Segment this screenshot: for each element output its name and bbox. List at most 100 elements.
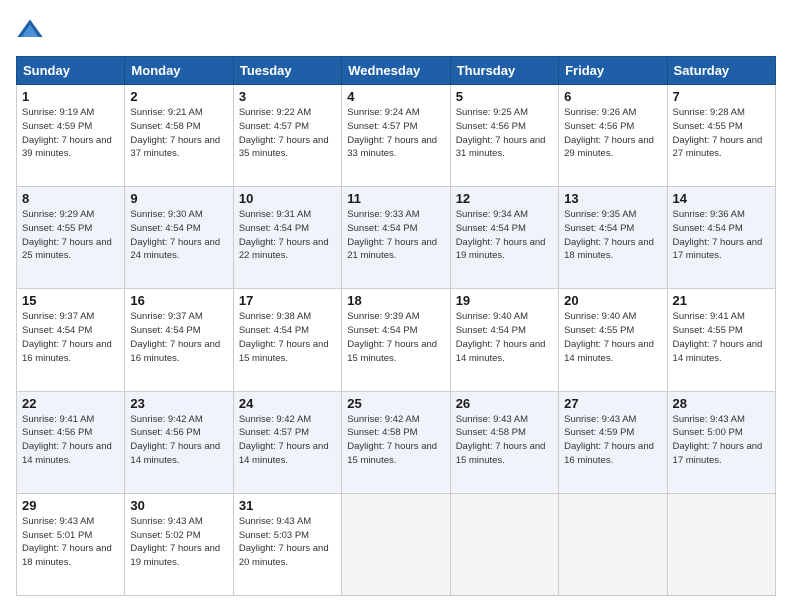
day-number: 3: [239, 89, 336, 104]
day-number: 16: [130, 293, 227, 308]
day-info: Sunrise: 9:38 AMSunset: 4:54 PMDaylight:…: [239, 310, 336, 365]
calendar-cell: [342, 493, 450, 595]
day-number: 25: [347, 396, 444, 411]
calendar: SundayMondayTuesdayWednesdayThursdayFrid…: [16, 56, 776, 596]
calendar-cell: 31 Sunrise: 9:43 AMSunset: 5:03 PMDayligh…: [233, 493, 341, 595]
day-number: 20: [564, 293, 661, 308]
day-number: 17: [239, 293, 336, 308]
day-header-thursday: Thursday: [450, 57, 558, 85]
day-number: 1: [22, 89, 119, 104]
day-number: 31: [239, 498, 336, 513]
calendar-cell: 8Sunrise: 9:29 AMSunset: 4:55 PMDaylight…: [17, 187, 125, 289]
week-row-1: 1 Sunrise: 9:19 AMSunset: 4:59 PMDaylight…: [17, 85, 776, 187]
day-info: Sunrise: 9:26 AMSunset: 4:56 PMDaylight:…: [564, 106, 661, 161]
calendar-cell: 2 Sunrise: 9:21 AMSunset: 4:58 PMDaylight…: [125, 85, 233, 187]
day-info: Sunrise: 9:21 AMSunset: 4:58 PMDaylight:…: [130, 106, 227, 161]
calendar-cell: 13 Sunrise: 9:35 AMSunset: 4:54 PMDayligh…: [559, 187, 667, 289]
calendar-cell: 17 Sunrise: 9:38 AMSunset: 4:54 PMDayligh…: [233, 289, 341, 391]
day-number: 9: [130, 191, 227, 206]
calendar-cell: 27 Sunrise: 9:43 AMSunset: 4:59 PMDayligh…: [559, 391, 667, 493]
day-info: Sunrise: 9:37 AMSunset: 4:54 PMDaylight:…: [130, 310, 227, 365]
day-number: 21: [673, 293, 770, 308]
calendar-cell: 10Sunrise: 9:31 AMSunset: 4:54 PMDayligh…: [233, 187, 341, 289]
day-header-wednesday: Wednesday: [342, 57, 450, 85]
day-number: 29: [22, 498, 119, 513]
day-number: 5: [456, 89, 553, 104]
calendar-cell: 15 Sunrise: 9:37 AMSunset: 4:54 PMDayligh…: [17, 289, 125, 391]
calendar-cell: [450, 493, 558, 595]
day-info: Sunrise: 9:37 AMSunset: 4:54 PMDaylight:…: [22, 310, 119, 365]
calendar-cell: 21 Sunrise: 9:41 AMSunset: 4:55 PMDayligh…: [667, 289, 775, 391]
calendar-cell: 6 Sunrise: 9:26 AMSunset: 4:56 PMDaylight…: [559, 85, 667, 187]
day-info: Sunrise: 9:43 AMSunset: 5:03 PMDaylight:…: [239, 515, 336, 570]
calendar-cell: 28 Sunrise: 9:43 AMSunset: 5:00 PMDayligh…: [667, 391, 775, 493]
day-info: Sunrise: 9:42 AMSunset: 4:58 PMDaylight:…: [347, 413, 444, 468]
calendar-header-row: SundayMondayTuesdayWednesdayThursdayFrid…: [17, 57, 776, 85]
header: [16, 16, 776, 44]
page: SundayMondayTuesdayWednesdayThursdayFrid…: [0, 0, 792, 612]
day-number: 6: [564, 89, 661, 104]
day-number: 23: [130, 396, 227, 411]
day-header-tuesday: Tuesday: [233, 57, 341, 85]
calendar-cell: 12 Sunrise: 9:34 AMSunset: 4:54 PMDayligh…: [450, 187, 558, 289]
day-number: 13: [564, 191, 661, 206]
calendar-cell: 22 Sunrise: 9:41 AMSunset: 4:56 PMDayligh…: [17, 391, 125, 493]
calendar-cell: 5Sunrise: 9:25 AMSunset: 4:56 PMDaylight…: [450, 85, 558, 187]
day-info: Sunrise: 9:41 AMSunset: 4:56 PMDaylight:…: [22, 413, 119, 468]
calendar-cell: 23 Sunrise: 9:42 AMSunset: 4:56 PMDayligh…: [125, 391, 233, 493]
day-info: Sunrise: 9:43 AMSunset: 4:59 PMDaylight:…: [564, 413, 661, 468]
day-number: 15: [22, 293, 119, 308]
day-number: 27: [564, 396, 661, 411]
calendar-cell: 1 Sunrise: 9:19 AMSunset: 4:59 PMDaylight…: [17, 85, 125, 187]
day-number: 28: [673, 396, 770, 411]
day-info: Sunrise: 9:43 AMSunset: 5:02 PMDaylight:…: [130, 515, 227, 570]
day-info: Sunrise: 9:35 AMSunset: 4:54 PMDaylight:…: [564, 208, 661, 263]
calendar-cell: 19Sunrise: 9:40 AMSunset: 4:54 PMDayligh…: [450, 289, 558, 391]
day-number: 11: [347, 191, 444, 206]
week-row-5: 29 Sunrise: 9:43 AMSunset: 5:01 PMDayligh…: [17, 493, 776, 595]
day-info: Sunrise: 9:19 AMSunset: 4:59 PMDaylight:…: [22, 106, 119, 161]
day-header-saturday: Saturday: [667, 57, 775, 85]
calendar-cell: 30Sunrise: 9:43 AMSunset: 5:02 PMDayligh…: [125, 493, 233, 595]
day-info: Sunrise: 9:43 AMSunset: 5:01 PMDaylight:…: [22, 515, 119, 570]
day-info: Sunrise: 9:43 AMSunset: 5:00 PMDaylight:…: [673, 413, 770, 468]
day-info: Sunrise: 9:29 AMSunset: 4:55 PMDaylight:…: [22, 208, 119, 263]
day-number: 10: [239, 191, 336, 206]
logo: [16, 16, 48, 44]
week-row-4: 22 Sunrise: 9:41 AMSunset: 4:56 PMDayligh…: [17, 391, 776, 493]
day-number: 12: [456, 191, 553, 206]
day-info: Sunrise: 9:39 AMSunset: 4:54 PMDaylight:…: [347, 310, 444, 365]
day-info: Sunrise: 9:36 AMSunset: 4:54 PMDaylight:…: [673, 208, 770, 263]
day-info: Sunrise: 9:33 AMSunset: 4:54 PMDaylight:…: [347, 208, 444, 263]
calendar-cell: 20 Sunrise: 9:40 AMSunset: 4:55 PMDayligh…: [559, 289, 667, 391]
calendar-cell: 9 Sunrise: 9:30 AMSunset: 4:54 PMDaylight…: [125, 187, 233, 289]
day-info: Sunrise: 9:42 AMSunset: 4:56 PMDaylight:…: [130, 413, 227, 468]
day-number: 22: [22, 396, 119, 411]
calendar-cell: 11 Sunrise: 9:33 AMSunset: 4:54 PMDayligh…: [342, 187, 450, 289]
day-number: 14: [673, 191, 770, 206]
week-row-3: 15 Sunrise: 9:37 AMSunset: 4:54 PMDayligh…: [17, 289, 776, 391]
day-info: Sunrise: 9:40 AMSunset: 4:54 PMDaylight:…: [456, 310, 553, 365]
calendar-cell: 16 Sunrise: 9:37 AMSunset: 4:54 PMDayligh…: [125, 289, 233, 391]
day-info: Sunrise: 9:28 AMSunset: 4:55 PMDaylight:…: [673, 106, 770, 161]
day-info: Sunrise: 9:24 AMSunset: 4:57 PMDaylight:…: [347, 106, 444, 161]
day-info: Sunrise: 9:42 AMSunset: 4:57 PMDaylight:…: [239, 413, 336, 468]
day-info: Sunrise: 9:34 AMSunset: 4:54 PMDaylight:…: [456, 208, 553, 263]
calendar-cell: 26Sunrise: 9:43 AMSunset: 4:58 PMDayligh…: [450, 391, 558, 493]
calendar-cell: 4 Sunrise: 9:24 AMSunset: 4:57 PMDaylight…: [342, 85, 450, 187]
calendar-cell: 7Sunrise: 9:28 AMSunset: 4:55 PMDaylight…: [667, 85, 775, 187]
calendar-cell: [667, 493, 775, 595]
day-info: Sunrise: 9:40 AMSunset: 4:55 PMDaylight:…: [564, 310, 661, 365]
calendar-cell: 18 Sunrise: 9:39 AMSunset: 4:54 PMDayligh…: [342, 289, 450, 391]
calendar-cell: 25 Sunrise: 9:42 AMSunset: 4:58 PMDayligh…: [342, 391, 450, 493]
day-number: 4: [347, 89, 444, 104]
day-info: Sunrise: 9:22 AMSunset: 4:57 PMDaylight:…: [239, 106, 336, 161]
day-number: 18: [347, 293, 444, 308]
day-header-friday: Friday: [559, 57, 667, 85]
day-info: Sunrise: 9:41 AMSunset: 4:55 PMDaylight:…: [673, 310, 770, 365]
day-number: 2: [130, 89, 227, 104]
day-header-monday: Monday: [125, 57, 233, 85]
day-number: 26: [456, 396, 553, 411]
calendar-cell: 24Sunrise: 9:42 AMSunset: 4:57 PMDayligh…: [233, 391, 341, 493]
day-info: Sunrise: 9:30 AMSunset: 4:54 PMDaylight:…: [130, 208, 227, 263]
